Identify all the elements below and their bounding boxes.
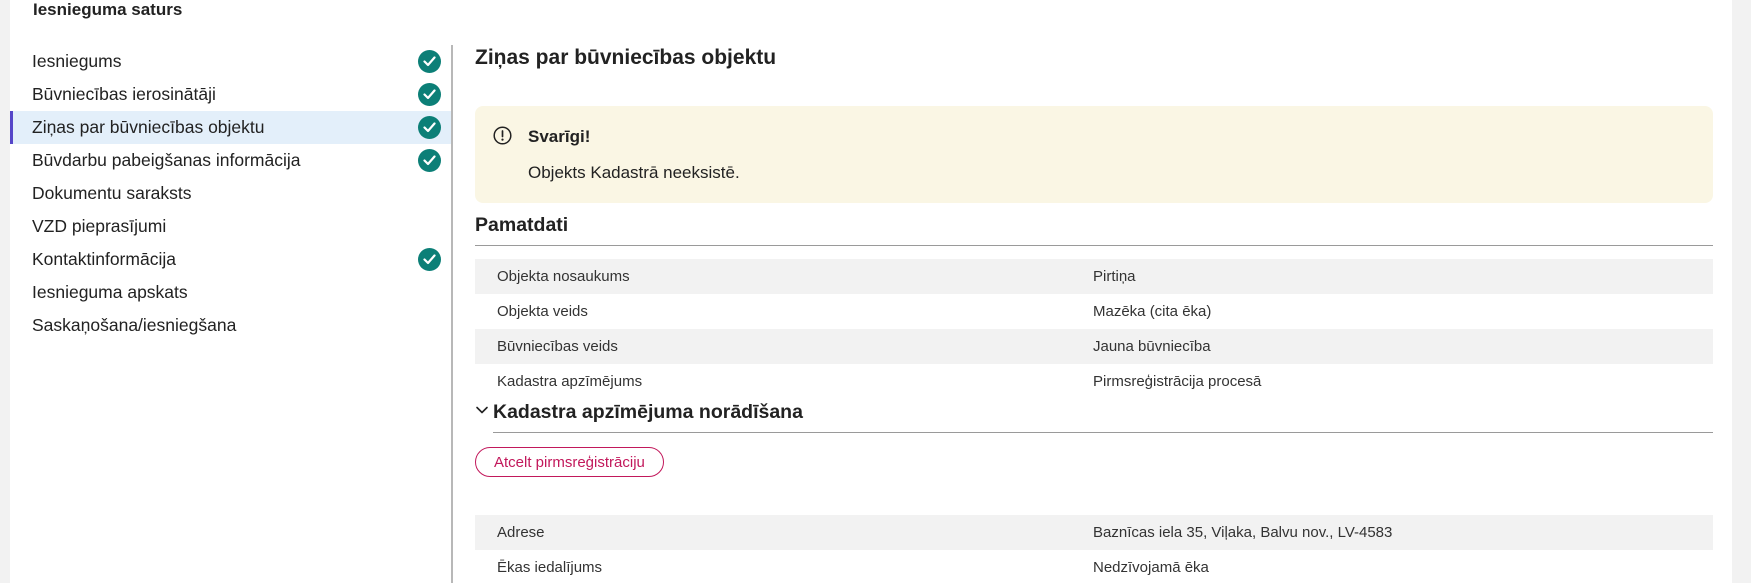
row-label: Ēkas iedalījums [497, 559, 603, 576]
sidebar-item-kontaktinformacija[interactable]: Kontaktinformācija [10, 243, 451, 276]
check-circle-icon [418, 50, 441, 73]
section-heading-pamatdati: Pamatdati [475, 214, 569, 236]
section-rule [475, 245, 1713, 246]
table-row: Būvniecības veids Jauna būvniecība [475, 329, 1713, 364]
check-circle-icon [418, 83, 441, 106]
row-label: Objekta veids [497, 303, 588, 320]
section-rule [493, 432, 1713, 433]
row-value: Baznīcas iela 35, Viļaka, Balvu nov., LV… [1093, 524, 1393, 541]
row-label: Kadastra apzīmējums [497, 373, 643, 390]
sidebar-item-label: VZD pieprasījumi [32, 216, 167, 236]
page-title: Ziņas par būvniecības objektu [475, 46, 777, 69]
row-value: Pirtiņa [1093, 268, 1136, 285]
sidebar-item-label: Saskaņošana/iesniegšana [32, 315, 237, 335]
main-content: Ziņas par būvniecības objektu Svarīgi! O… [475, 0, 1722, 583]
sidebar-item-label: Būvniecības ierosinātāji [32, 84, 216, 104]
row-label: Būvniecības veids [497, 338, 618, 355]
cadastre-data-table: Adrese Baznīcas iela 35, Viļaka, Balvu n… [475, 515, 1713, 583]
row-value: Pirmsreģistrācija procesā [1093, 373, 1262, 390]
row-value: Jauna būvniecība [1093, 338, 1211, 355]
section-heading-kadastra-apzimejums[interactable]: Kadastra apzīmējuma norādīšana [493, 401, 803, 424]
sidebar-item-label: Dokumentu saraksts [32, 183, 192, 203]
sidebar-divider [451, 45, 453, 583]
sidebar-item-label: Būvdarbu pabeigšanas informācija [32, 150, 301, 170]
sidebar-item-saskanosana[interactable]: Saskaņošana/iesniegšana [10, 309, 451, 342]
row-value: Nedzīvojamā ēka [1093, 559, 1209, 576]
sidebar-item-buvdarbu-pabeigsana[interactable]: Būvdarbu pabeigšanas informācija [10, 144, 451, 177]
cancel-preregistration-button[interactable]: Atcelt pirmsreģistrāciju [475, 447, 664, 477]
sidebar-item-iesnieguma-apskats[interactable]: Iesnieguma apskats [10, 276, 451, 309]
sidebar-item-zinas-par-objektu[interactable]: Ziņas par būvniecības objektu [10, 111, 451, 144]
alert-text: Objekts Kadastrā neeksistē. [528, 163, 740, 182]
panel-title: Iesnieguma saturs [33, 0, 183, 19]
sidebar-item-label: Ziņas par būvniecības objektu [32, 117, 265, 137]
row-label: Adrese [497, 524, 545, 541]
sidebar-item-label: Iesniegums [32, 51, 122, 71]
sidebar-item-dokumentu-saraksts[interactable]: Dokumentu saraksts [10, 177, 451, 210]
alert-title: Svarīgi! [528, 127, 591, 146]
check-circle-icon [418, 248, 441, 271]
sidebar-item-iesniegums[interactable]: Iesniegums [10, 45, 451, 78]
sidebar-nav: Iesniegums Būvniecības ierosinātāji Ziņa… [10, 45, 451, 342]
table-row: Kadastra apzīmējums Pirmsreģistrācija pr… [475, 364, 1713, 399]
table-row: Ēkas iedalījums Nedzīvojamā ēka [475, 550, 1713, 583]
sidebar-item-label: Iesnieguma apskats [32, 282, 188, 302]
sidebar-item-vzd-pieprasijumi[interactable]: VZD pieprasījumi [10, 210, 451, 243]
sidebar-item-label: Kontaktinformācija [32, 249, 176, 269]
important-alert: Svarīgi! Objekts Kadastrā neeksistē. [475, 106, 1713, 203]
exclamation-circle-icon [493, 126, 512, 150]
table-row: Objekta nosaukums Pirtiņa [475, 259, 1713, 294]
row-value: Mazēka (cita ēka) [1093, 303, 1212, 320]
sidebar-item-buvniecibas-ierosinataji[interactable]: Būvniecības ierosinātāji [10, 78, 451, 111]
check-circle-icon [418, 116, 441, 139]
table-row: Adrese Baznīcas iela 35, Viļaka, Balvu n… [475, 515, 1713, 550]
row-label: Objekta nosaukums [497, 268, 630, 285]
basic-data-table: Objekta nosaukums Pirtiņa Objekta veids … [475, 259, 1713, 399]
table-row: Objekta veids Mazēka (cita ēka) [475, 294, 1713, 329]
check-circle-icon [418, 149, 441, 172]
chevron-down-icon[interactable] [475, 403, 489, 422]
application-panel: Iesnieguma saturs Iesniegums Būvniecības… [10, 0, 1732, 583]
